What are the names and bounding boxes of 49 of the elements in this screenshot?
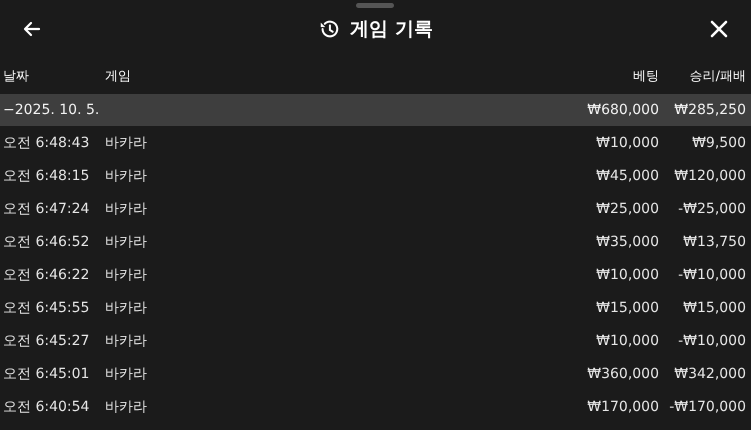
back-arrow-icon xyxy=(22,19,42,39)
table-cell-text: 오전 6:45:27 xyxy=(3,332,90,350)
group-result-total: ₩285,250 xyxy=(673,102,746,118)
table-cell-text: ₩35,000 xyxy=(595,234,659,250)
table-cell-text: 오전 6:48:43 xyxy=(3,134,90,152)
table-cell-text: 오전 6:45:01 xyxy=(3,364,90,382)
table-cell-text: ₩10,000 xyxy=(595,134,659,150)
table-cell-text: 오전 6:47:24 xyxy=(3,200,90,218)
drag-handle[interactable] xyxy=(356,3,394,8)
table-cell-text: -₩10,000 xyxy=(677,266,746,282)
table-cell-text: ₩120,000 xyxy=(673,168,746,184)
table-cell-text: 바카라 xyxy=(105,398,148,416)
table-cell-text: ₩15,000 xyxy=(595,300,659,316)
table-cell-text: 오전 6:45:55 xyxy=(3,298,90,316)
table-cell-text: ₩15,000 xyxy=(682,300,746,316)
table-cell-text: 바카라 xyxy=(105,266,148,284)
table-cell-text: 바카라 xyxy=(105,298,148,316)
table-cell-text: ₩9,500 xyxy=(691,134,746,150)
table-cell-text: 바카라 xyxy=(105,364,148,382)
table-cell-text: ₩342,000 xyxy=(673,366,746,382)
group-date: −2025. 10. 5. xyxy=(3,102,100,118)
date-group-row[interactable]: −2025. 10. 5. ₩680,000 ₩285,250 xyxy=(0,94,751,126)
table-cell-text: 오전 6:40:54 xyxy=(3,398,90,416)
table-cell-text: 바카라 xyxy=(105,166,148,184)
table-cell-text: 바카라 xyxy=(105,134,148,152)
table-cell-text: 바카라 xyxy=(105,232,148,250)
table-cell-text: -₩170,000 xyxy=(668,398,746,414)
table-cell-text: ₩13,750 xyxy=(682,234,746,250)
table-cell-text: ₩25,000 xyxy=(595,200,659,216)
table-cell-text: ₩360,000 xyxy=(586,366,659,382)
window-title: 게임 기록 xyxy=(350,17,433,42)
table-cell-text: ₩10,000 xyxy=(595,266,659,282)
table-cell-text: ₩170,000 xyxy=(586,398,659,414)
column-header: 게임 xyxy=(105,68,132,85)
column-header: 베팅 xyxy=(632,68,659,85)
table-cell-text: 오전 6:46:52 xyxy=(3,232,90,250)
group-bet-total: ₩680,000 xyxy=(586,102,659,118)
table-cell-text: ₩45,000 xyxy=(595,168,659,184)
table-cell-text: ₩10,000 xyxy=(595,332,659,348)
table-cell-text: 오전 6:46:22 xyxy=(3,266,90,284)
table-cell-text: 바카라 xyxy=(105,332,148,350)
table-cell-text: 바카라 xyxy=(105,200,148,218)
table-cell-text: -₩10,000 xyxy=(677,332,746,348)
column-header: 승리/패배 xyxy=(688,68,746,85)
table-cell-text: 오전 6:48:15 xyxy=(3,166,90,184)
history-icon xyxy=(318,18,340,40)
close-icon xyxy=(709,19,729,39)
column-header: 날짜 xyxy=(3,68,30,85)
table-cell-text: -₩25,000 xyxy=(677,200,746,216)
